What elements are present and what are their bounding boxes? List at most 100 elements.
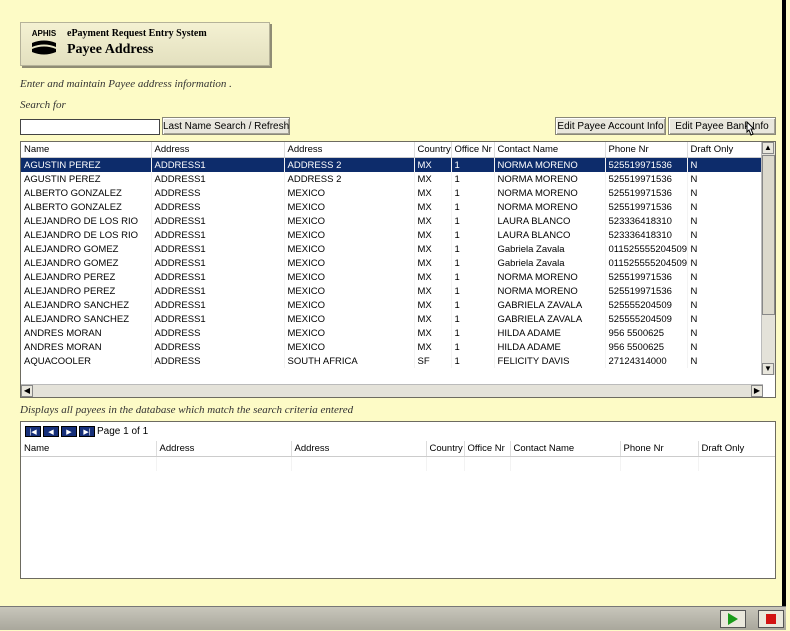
results-column-header[interactable]: Country <box>414 142 452 158</box>
detail-grid: |◀ ◀ ▶ ▶| Page 1 of 1 Name Address Address… <box>20 421 776 579</box>
table-cell: ALEJANDRO DE LOS RIO <box>21 214 152 228</box>
table-cell: 27124314000 <box>605 354 688 368</box>
table-cell: ALEJANDRO GOMEZ <box>21 242 152 256</box>
table-cell: N <box>687 326 762 340</box>
search-label: Search for <box>20 99 66 111</box>
detail-column-header[interactable]: Draft Only <box>698 441 775 457</box>
table-row[interactable]: ALBERTO GONZALEZ ADDRESS MEXICO MX 1 NORMA MO… <box>21 186 762 200</box>
table-row[interactable]: AGUSTIN PEREZ ADDRESS1 ADDRESS 2 MX 1 NORMA M… <box>21 157 762 172</box>
run-button[interactable] <box>720 610 746 628</box>
results-description: Displays all payees in the database whic… <box>20 404 354 416</box>
table-cell: 1 <box>451 270 495 284</box>
table-row[interactable]: ALEJANDRO GOMEZ ADDRESS1 MEXICO MX 1 Gabriela… <box>21 256 762 270</box>
last-page-icon[interactable]: ▶| <box>79 425 95 437</box>
table-cell: N <box>687 284 762 298</box>
scroll-down-icon[interactable]: ▼ <box>762 363 774 375</box>
table-cell: ADDRESS1 <box>151 270 285 284</box>
table-row[interactable]: ALEJANDRO GOMEZ ADDRESS1 MEXICO MX 1 Gabriela… <box>21 242 762 256</box>
table-cell: N <box>687 172 762 186</box>
table-cell: ADDRESS1 <box>151 256 285 270</box>
pager: |◀ ◀ ▶ ▶| Page 1 of 1 <box>25 425 148 437</box>
intro-text: Enter and maintain Payee address informa… <box>20 78 232 90</box>
table-cell: N <box>687 312 762 326</box>
scroll-right-icon[interactable]: ▶ <box>751 385 763 397</box>
detail-column-header[interactable]: Name <box>21 441 157 457</box>
table-cell: MX <box>414 326 452 340</box>
table-row[interactable]: ANDRES MORAN ADDRESS MEXICO MX 1 HILDA ADAME 9… <box>21 340 762 354</box>
table-cell: 1 <box>451 172 495 186</box>
table-cell: ANDRES MORAN <box>21 326 152 340</box>
edit-payee-account-button[interactable]: Edit Payee Account Info <box>555 117 666 135</box>
table-row[interactable]: ALEJANDRO SANCHEZ ADDRESS1 MEXICO MX 1 GABRIE… <box>21 312 762 326</box>
results-vertical-scrollbar[interactable]: ▲ ▼ <box>761 142 775 375</box>
table-cell: AQUACOOLER <box>21 354 152 368</box>
table-cell: ALEJANDRO DE LOS RIO <box>21 228 152 242</box>
footer-bar <box>0 606 786 630</box>
table-cell: MEXICO <box>284 214 415 228</box>
table-cell: N <box>687 256 762 270</box>
table-cell: NORMA MORENO <box>494 284 606 298</box>
table-row[interactable]: ALEJANDRO PEREZ ADDRESS1 MEXICO MX 1 NORMA MO… <box>21 284 762 298</box>
table-cell: N <box>687 270 762 284</box>
results-column-header[interactable]: Draft Only <box>687 142 762 158</box>
scroll-up-icon[interactable]: ▲ <box>762 142 774 154</box>
table-row[interactable]: ALEJANDRO SANCHEZ ADDRESS1 MEXICO MX 1 GABRIE… <box>21 298 762 312</box>
table-cell: 523336418310 <box>605 228 688 242</box>
table-row[interactable]: AQUACOOLER ADDRESS SOUTH AFRICA SF 1 FELICITY… <box>21 354 762 368</box>
next-page-icon[interactable]: ▶ <box>61 425 77 437</box>
results-column-header[interactable]: Address <box>284 142 415 158</box>
table-cell: MEXICO <box>284 340 415 354</box>
previous-page-icon[interactable]: ◀ <box>43 425 59 437</box>
last-name-search-button[interactable]: Last Name Search / Refresh <box>162 117 290 135</box>
table-row[interactable]: ALEJANDRO PEREZ ADDRESS1 MEXICO MX 1 NORMA MO… <box>21 270 762 284</box>
table-row[interactable]: AGUSTIN PEREZ ADDRESS1 ADDRESS 2 MX 1 NORMA M… <box>21 172 762 186</box>
table-cell: 1 <box>451 284 495 298</box>
table-cell: LAURA BLANCO <box>494 214 606 228</box>
table-cell: MX <box>414 298 452 312</box>
results-column-header[interactable]: Address <box>151 142 285 158</box>
page-indicator: Page 1 of 1 <box>97 425 149 437</box>
table-cell: ADDRESS1 <box>151 228 285 242</box>
table-cell: GABRIELA ZAVALA <box>494 298 606 312</box>
detail-column-header[interactable]: Address <box>156 441 292 457</box>
table-cell: 1 <box>451 312 495 326</box>
mouse-pointer-icon <box>746 121 755 136</box>
scroll-left-icon[interactable]: ◀ <box>21 385 33 397</box>
detail-column-header[interactable]: Country <box>426 441 465 457</box>
table-cell: MEXICO <box>284 270 415 284</box>
table-cell: AGUSTIN PEREZ <box>21 157 152 172</box>
table-cell: 956 5500625 <box>605 326 688 340</box>
table-cell: N <box>687 354 762 368</box>
scroll-thumb[interactable] <box>762 155 775 315</box>
table-cell: ADDRESS 2 <box>284 157 415 172</box>
detail-empty-row <box>21 456 775 471</box>
table-cell: 1 <box>451 354 495 368</box>
stop-button[interactable] <box>758 610 784 628</box>
table-cell: 525519971536 <box>605 186 688 200</box>
results-column-header[interactable]: Phone Nr <box>605 142 688 158</box>
detail-column-header[interactable]: Contact Name <box>510 441 621 457</box>
results-column-header[interactable]: Name <box>21 142 152 158</box>
first-page-icon[interactable]: |◀ <box>25 425 41 437</box>
table-cell: N <box>687 214 762 228</box>
table-cell: ADDRESS 2 <box>284 172 415 186</box>
table-row[interactable]: ALBERTO GONZALEZ ADDRESS MEXICO MX 1 NORMA MO… <box>21 200 762 214</box>
detail-table: Name Address Address Country Office Nr Contac… <box>21 441 775 471</box>
results-column-header[interactable]: Contact Name <box>494 142 606 158</box>
detail-column-header[interactable]: Address <box>291 441 427 457</box>
table-row[interactable]: ALEJANDRO DE LOS RIO ADDRESS1 MEXICO MX 1 LAU… <box>21 214 762 228</box>
table-cell: 1 <box>451 186 495 200</box>
detail-column-header[interactable]: Phone Nr <box>620 441 699 457</box>
table-cell: N <box>687 157 762 172</box>
table-cell: 1 <box>451 200 495 214</box>
table-row[interactable]: ALEJANDRO DE LOS RIO ADDRESS1 MEXICO MX 1 LAU… <box>21 228 762 242</box>
edit-payee-bank-button[interactable]: Edit Payee Bank Info <box>668 117 776 135</box>
page-header: APHIS ePayment Request Entry System Paye… <box>20 22 270 66</box>
search-input[interactable] <box>20 119 160 135</box>
table-cell: ALEJANDRO PEREZ <box>21 284 152 298</box>
detail-column-header[interactable]: Office Nr <box>464 441 511 457</box>
table-row[interactable]: ANDRES MORAN ADDRESS MEXICO MX 1 HILDA ADAME 9… <box>21 326 762 340</box>
results-column-header[interactable]: Office Nr <box>451 142 495 158</box>
results-horizontal-scrollbar[interactable]: ◀ ▶ <box>21 384 763 397</box>
table-cell: 1 <box>451 256 495 270</box>
